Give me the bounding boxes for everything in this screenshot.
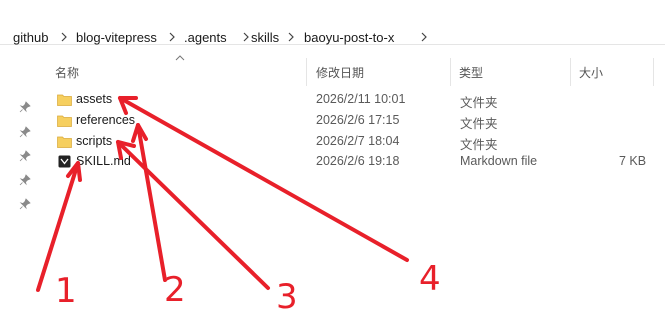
column-divider[interactable] (570, 58, 571, 86)
pin-icon[interactable] (19, 174, 31, 186)
annotation-number-3: 3 (276, 277, 298, 317)
chevron-right-icon[interactable] (285, 31, 297, 43)
file-size: 7 KB (619, 154, 647, 168)
file-type: 文件夹 (460, 96, 498, 110)
column-header-name[interactable]: 名称 (55, 64, 79, 81)
chevron-right-icon[interactable] (58, 31, 70, 43)
file-name[interactable]: assets (76, 92, 112, 106)
breadcrumb-item-baoyu-post-to-x[interactable]: baoyu-post-to-x (304, 30, 394, 45)
file-type: Markdown file (460, 154, 538, 168)
breadcrumb: github blog-vitepress .agents skills bao… (0, 0, 665, 45)
file-row-scripts[interactable]: scripts 2026/2/7 18:04 文件夹 (49, 132, 665, 152)
annotation-number-1: 1 (55, 271, 77, 311)
chevron-right-icon[interactable] (418, 31, 430, 43)
annotation-number-4: 4 (419, 259, 441, 299)
breadcrumb-item-skills[interactable]: skills (251, 30, 279, 45)
pin-icon[interactable] (19, 126, 31, 138)
file-modified: 2026/2/7 18:04 (316, 134, 400, 148)
folder-icon (57, 115, 72, 127)
annotation-number-2: 2 (164, 270, 186, 310)
column-divider[interactable] (306, 58, 307, 86)
markdown-file-icon (58, 155, 71, 168)
breadcrumb-item-blog-vitepress[interactable]: blog-vitepress (76, 30, 157, 45)
file-modified: 2026/2/6 19:18 (316, 154, 400, 168)
pin-icon[interactable] (19, 101, 31, 113)
pin-icon[interactable] (19, 150, 31, 162)
file-type: 文件夹 (460, 117, 498, 131)
folder-icon (57, 136, 72, 148)
column-header-modified[interactable]: 修改日期 (316, 64, 364, 81)
column-header-size[interactable]: 大小 (579, 64, 603, 81)
file-row-skill-md[interactable]: SKILL.md 2026/2/6 19:18 Markdown file 7 … (49, 152, 665, 172)
file-name[interactable]: SKILL.md (76, 154, 131, 168)
file-type: 文件夹 (460, 138, 498, 152)
column-header-type[interactable]: 类型 (459, 64, 483, 81)
breadcrumb-item-agents[interactable]: .agents (184, 30, 227, 45)
file-name[interactable]: references (76, 113, 135, 127)
file-modified: 2026/2/6 17:15 (316, 113, 400, 127)
file-row-assets[interactable]: assets 2026/2/11 10:01 文件夹 (49, 90, 665, 110)
chevron-right-icon[interactable] (166, 31, 178, 43)
folder-icon (57, 94, 72, 106)
file-row-references[interactable]: references 2026/2/6 17:15 文件夹 (49, 111, 665, 131)
pin-icon[interactable] (19, 198, 31, 210)
column-divider[interactable] (450, 58, 451, 86)
file-modified: 2026/2/11 10:01 (316, 92, 406, 106)
breadcrumb-item-github[interactable]: github (13, 30, 48, 45)
column-divider[interactable] (653, 58, 654, 86)
file-name[interactable]: scripts (76, 134, 112, 148)
sort-ascending-icon (175, 55, 185, 61)
